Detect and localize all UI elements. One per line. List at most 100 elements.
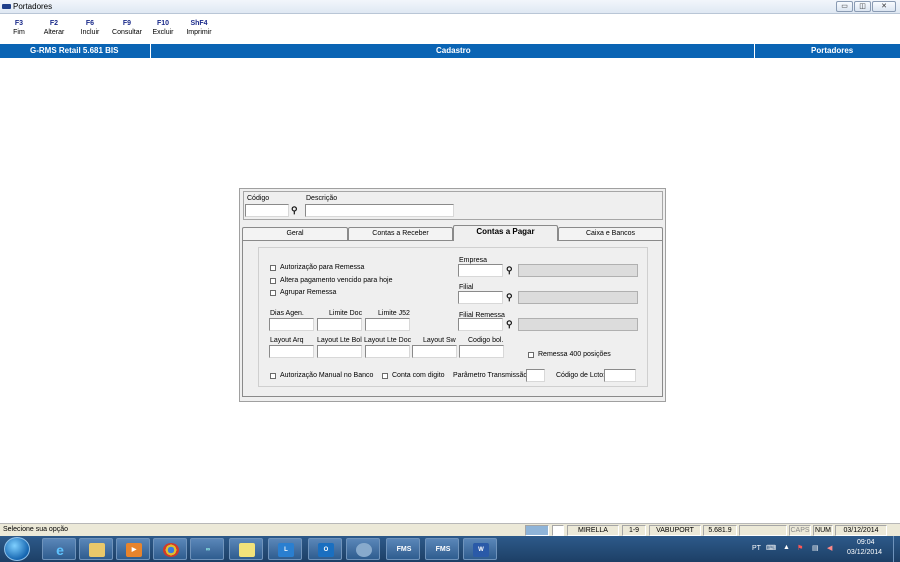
app-icon — [2, 4, 11, 9]
remessa-400-checkbox[interactable] — [528, 352, 534, 358]
taskbar-fms[interactable]: FMS — [386, 538, 420, 560]
autorizacao-manual-label: Autorização Manual no Banco — [280, 372, 374, 379]
taskbar-ie[interactable]: e — [42, 538, 76, 560]
clock-date[interactable]: 03/12/2014 — [847, 549, 882, 556]
limite-doc-label: Limite Doc — [329, 310, 363, 317]
fkey-incluir[interactable]: F6 Incluir — [78, 20, 102, 36]
status-empty — [739, 525, 787, 536]
status-version: 5.681.9 — [703, 525, 737, 536]
fkey-imprimir[interactable]: ShF4 Imprimir — [183, 20, 215, 36]
screen-title: Portadores — [811, 46, 854, 55]
taskbar-app[interactable]: ∞ — [190, 538, 224, 560]
fkey-label: Alterar — [43, 29, 65, 36]
taskbar-fms[interactable]: FMS — [425, 538, 459, 560]
clock-time[interactable]: 09:04 — [857, 539, 875, 546]
descricao-input[interactable] — [305, 204, 454, 217]
codigo-input[interactable] — [245, 204, 289, 217]
empresa-input[interactable] — [458, 264, 503, 277]
autorizacao-manual-checkbox[interactable] — [270, 373, 276, 379]
binoculars-icon[interactable]: ⚲ — [506, 292, 513, 302]
binoculars-icon[interactable]: ⚲ — [506, 265, 513, 275]
fkey-code: F10 — [156, 20, 170, 27]
autorizacao-remessa-label: Autorização para Remessa — [280, 264, 365, 271]
layout-lte-doc-input[interactable] — [365, 345, 410, 358]
fkey-alterar[interactable]: F2 Alterar — [41, 20, 67, 36]
binoculars-icon[interactable]: ⚲ — [291, 205, 298, 215]
filial-remessa-description — [518, 318, 638, 331]
tab-caixa-bancos[interactable]: Caixa e Bancos — [558, 227, 663, 240]
altera-pagamento-checkbox[interactable] — [270, 278, 276, 284]
parametro-transmissao-input[interactable] — [526, 369, 545, 382]
altera-pagamento-label: Altera pagamento vencido para hoje — [280, 277, 393, 284]
header-bar: G-RMS Retail 5.681 BIS Cadastro Portador… — [0, 44, 900, 58]
codigo-bol-input[interactable] — [459, 345, 504, 358]
fkey-code: F6 — [85, 20, 95, 27]
keyboard-tray-icon[interactable]: ⌨ — [766, 544, 776, 552]
empresa-description — [518, 264, 638, 277]
tab-contas-receber[interactable]: Contas a Receber — [348, 227, 453, 240]
status-num: NUM — [813, 525, 833, 536]
app-version: G-RMS Retail 5.681 BIS — [30, 46, 119, 55]
fkey-consultar[interactable]: F9 Consultar — [109, 20, 145, 36]
status-user: MIRELLA — [567, 525, 619, 536]
conta-digito-checkbox[interactable] — [382, 373, 388, 379]
flag-icon[interactable]: ⚑ — [797, 544, 803, 552]
taskbar-lync[interactable]: L — [268, 538, 302, 560]
agrupar-remessa-checkbox[interactable] — [270, 290, 276, 296]
start-button[interactable] — [4, 537, 30, 561]
app-icon: ∞ — [205, 547, 211, 553]
status-caps: CAPS — [789, 525, 811, 536]
binoculars-icon[interactable]: ⚲ — [506, 319, 513, 329]
layout-lte-bol-input[interactable] — [317, 345, 362, 358]
app2-icon — [356, 543, 372, 557]
taskbar-media[interactable]: ▶ — [116, 538, 150, 560]
filial-remessa-input[interactable] — [458, 318, 503, 331]
minimize-button[interactable]: ▭ — [836, 1, 853, 12]
fkey-label: Excluir — [152, 29, 174, 36]
header-divider — [150, 44, 151, 58]
taskbar-app2[interactable] — [346, 538, 380, 560]
keyboard-icon — [525, 525, 549, 536]
window-titlebar: Portadores ▭ ◫ ✕ — [0, 0, 900, 14]
fkey-label: Incluir — [80, 29, 100, 36]
layout-arq-input[interactable] — [269, 345, 314, 358]
lync-icon: L — [278, 543, 294, 557]
filial-label: Filial — [459, 284, 474, 291]
volume-icon[interactable]: ◀ — [827, 544, 832, 552]
filial-input[interactable] — [458, 291, 503, 304]
codigo-bol-label: Codigo bol. — [468, 337, 504, 344]
descricao-label: Descrição — [306, 195, 338, 202]
show-hidden-icon[interactable]: ▲ — [783, 544, 790, 551]
fkey-fim[interactable]: F3 Fim — [10, 20, 28, 36]
layout-arq-label: Layout Arq — [270, 337, 304, 344]
fms-icon: FMS — [435, 546, 451, 553]
taskbar-notes[interactable] — [229, 538, 263, 560]
close-button[interactable]: ✕ — [872, 1, 896, 12]
taskbar-folder[interactable] — [79, 538, 113, 560]
taskbar-chrome[interactable] — [153, 538, 187, 560]
limite-doc-input[interactable] — [317, 318, 362, 331]
outlook-icon: O — [318, 543, 334, 557]
media-icon: ▶ — [126, 543, 142, 557]
limite-j52-input[interactable] — [365, 318, 410, 331]
status-message: Selecione sua opção — [3, 526, 68, 533]
taskbar-word[interactable]: W — [463, 538, 497, 560]
maximize-button[interactable]: ◫ — [854, 1, 871, 12]
autorizacao-remessa-checkbox[interactable] — [270, 265, 276, 271]
fkey-label: Consultar — [112, 29, 142, 36]
taskbar-outlook[interactable]: O — [308, 538, 342, 560]
tab-geral[interactable]: Geral — [242, 227, 348, 240]
network-icon[interactable]: ▤ — [812, 544, 819, 552]
fms-icon: FMS — [396, 546, 412, 553]
show-desktop-button[interactable] — [893, 536, 900, 562]
header-divider — [754, 44, 755, 58]
ie-icon: e — [56, 542, 64, 558]
layout-sw-input[interactable] — [412, 345, 457, 358]
language-indicator[interactable]: PT — [752, 545, 761, 552]
tab-contas-pagar[interactable]: Contas a Pagar — [453, 225, 558, 241]
codigo-lcto-input[interactable] — [604, 369, 636, 382]
agrupar-remessa-label: Agrupar Remessa — [280, 289, 337, 296]
dias-agen-input[interactable] — [269, 318, 314, 331]
fkey-excluir[interactable]: F10 Excluir — [150, 20, 176, 36]
folder-icon — [89, 543, 105, 557]
